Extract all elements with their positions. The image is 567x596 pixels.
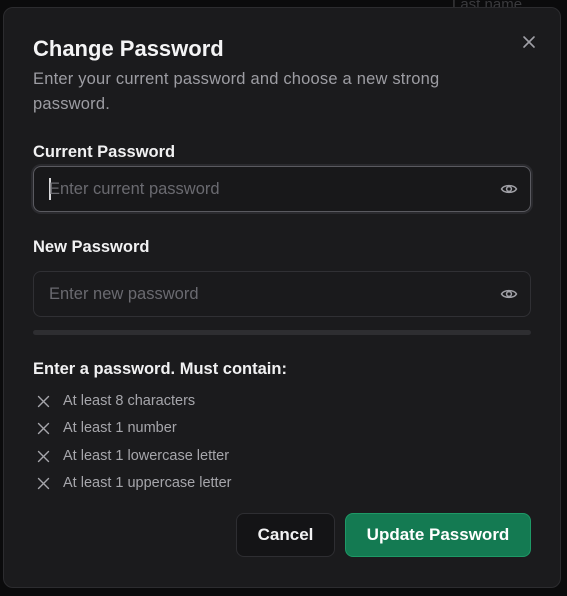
- new-password-label: New Password: [33, 238, 150, 256]
- current-password-field[interactable]: [33, 166, 531, 212]
- cancel-button[interactable]: Cancel: [236, 513, 335, 557]
- dialog-description: Enter your current password and choose a…: [33, 70, 440, 113]
- requirement-label: At least 1 number: [63, 420, 177, 436]
- requirement-label: At least 8 characters: [63, 393, 196, 409]
- new-password-field[interactable]: [33, 271, 531, 317]
- x-mark-icon: [37, 450, 50, 463]
- current-password-input[interactable]: [49, 167, 479, 211]
- eye-icon[interactable]: [500, 285, 518, 303]
- close-icon[interactable]: [520, 33, 538, 51]
- x-mark-icon: [37, 422, 50, 435]
- requirement-label: At least 1 lowercase letter: [63, 448, 230, 464]
- dialog-title: Change Password: [33, 36, 224, 61]
- update-password-button[interactable]: Update Password: [345, 513, 531, 557]
- eye-icon[interactable]: [500, 180, 518, 198]
- requirement-label: At least 1 uppercase letter: [63, 475, 232, 491]
- change-password-dialog: Change Password Enter your current passw…: [3, 7, 561, 588]
- password-strength-bar: [33, 330, 531, 335]
- requirements-heading: Enter a password. Must contain:: [33, 360, 287, 378]
- x-mark-icon: [37, 395, 50, 408]
- x-mark-icon: [37, 477, 50, 490]
- new-password-input[interactable]: [49, 272, 479, 316]
- current-password-label: Current Password: [33, 143, 176, 161]
